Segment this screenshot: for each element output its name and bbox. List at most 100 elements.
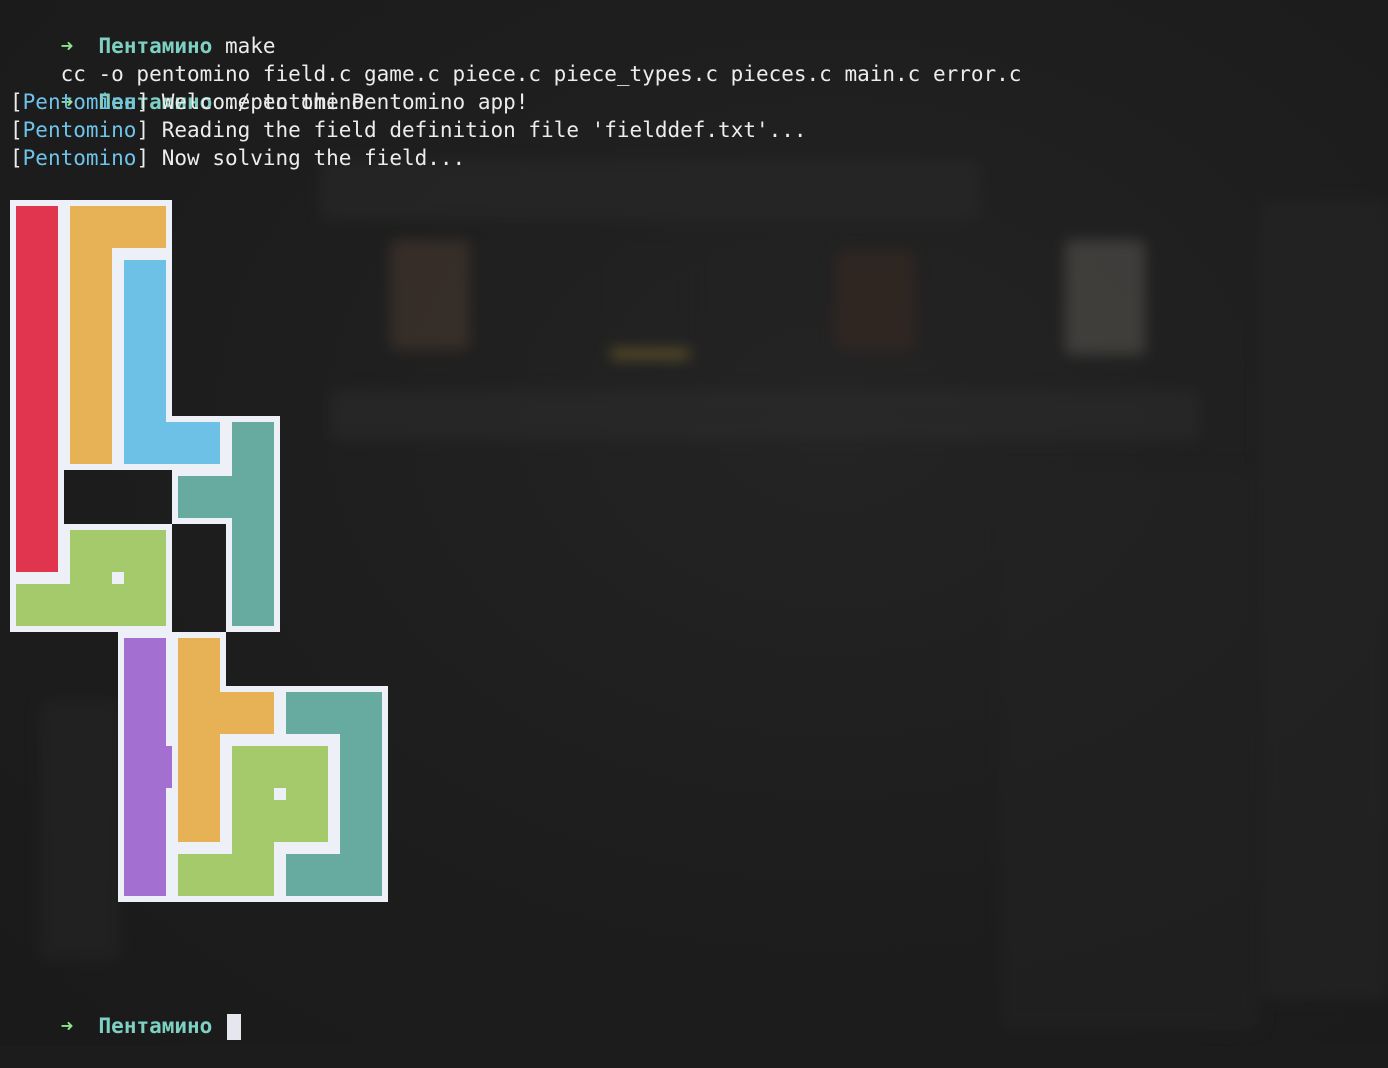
piece-bridge	[340, 734, 382, 746]
piece-cell	[16, 476, 58, 518]
piece-cell	[178, 800, 220, 842]
piece-bridge	[124, 410, 166, 422]
piece-cell	[232, 692, 274, 734]
piece-bridge	[58, 584, 70, 626]
bracket: [	[10, 146, 23, 170]
piece-bridge	[166, 422, 178, 464]
piece-cell	[124, 692, 166, 734]
piece-cell	[124, 422, 166, 464]
piece-cell	[286, 800, 328, 842]
piece-bridge	[112, 206, 124, 248]
piece-bridge	[340, 788, 382, 800]
piece-cell	[16, 368, 58, 410]
output-text: Welcome to the Pentomino app!	[149, 90, 529, 114]
prompt-arrow: ➜	[60, 1014, 74, 1038]
piece-bridge	[70, 248, 112, 260]
piece-cell	[124, 368, 166, 410]
background-window-blur	[1065, 240, 1145, 355]
piece-cell	[124, 260, 166, 302]
piece-bridge	[232, 788, 274, 800]
piece-bridge	[16, 302, 58, 314]
piece-cell	[340, 800, 382, 842]
piece-cell	[70, 584, 112, 626]
piece-cell	[16, 530, 58, 572]
pentomino-piece-I	[10, 200, 64, 578]
piece-cell	[232, 800, 274, 842]
app-tag: Pentomino	[22, 118, 137, 142]
piece-cell	[340, 692, 382, 734]
piece-bridge	[232, 518, 274, 530]
piece-bridge	[274, 800, 286, 842]
terminal-line: cc -o pentomino field.c game.c piece.c p…	[10, 32, 1022, 86]
bracket: ]	[136, 146, 150, 170]
background-window-blur	[390, 240, 470, 350]
piece-bridge	[112, 584, 124, 626]
terminal-line: ➜ Пентамино ./pentomino	[10, 60, 364, 114]
piece-bridge	[220, 692, 232, 734]
piece-bridge	[16, 518, 58, 530]
background-window-blur	[610, 250, 690, 358]
piece-bridge	[16, 248, 58, 260]
piece-cell	[16, 422, 58, 464]
background-window-blur	[1000, 470, 1260, 1030]
piece-bridge	[232, 842, 274, 854]
terminal-line: [Pentomino] Reading the field definition…	[10, 116, 807, 144]
piece-cell	[124, 206, 166, 248]
piece-bridge	[340, 842, 382, 854]
piece-bridge	[124, 842, 166, 854]
terminal-line-prompt[interactable]: ➜ Пентамино	[10, 984, 241, 1040]
bracket: ]	[136, 90, 150, 114]
piece-cell	[232, 476, 274, 518]
piece-cell	[124, 530, 166, 572]
piece-cell	[70, 260, 112, 302]
piece-cell	[178, 422, 220, 464]
piece-cell	[124, 746, 166, 788]
piece-cell	[124, 584, 166, 626]
piece-cell	[16, 584, 58, 626]
piece-cell	[232, 746, 274, 788]
terminal-line: [Pentomino] Now solving the field...	[10, 144, 465, 172]
piece-bridge	[16, 356, 58, 368]
piece-bridge	[124, 572, 166, 584]
piece-cell	[124, 638, 166, 680]
piece-bridge	[220, 854, 232, 896]
piece-cell	[232, 530, 274, 572]
piece-cell	[286, 746, 328, 788]
background-window-blur	[1260, 200, 1388, 1000]
piece-cell	[70, 530, 112, 572]
piece-cell	[70, 314, 112, 356]
piece-cell	[16, 206, 58, 248]
piece-bridge	[124, 302, 166, 314]
output-text: Reading the field definition file 'field…	[149, 118, 807, 142]
app-tag: Pentomino	[22, 146, 137, 170]
piece-bridge	[124, 734, 166, 746]
piece-cell	[70, 206, 112, 248]
piece-bridge	[16, 410, 58, 422]
piece-bridge	[70, 302, 112, 314]
piece-cell	[286, 854, 328, 896]
background-window-blur	[330, 390, 1200, 440]
piece-bridge	[328, 692, 340, 734]
piece-cell	[232, 584, 274, 626]
piece-cell	[178, 854, 220, 896]
piece-cell	[178, 638, 220, 680]
piece-bridge	[16, 464, 58, 476]
piece-cell	[340, 854, 382, 896]
piece-bridge	[232, 572, 274, 584]
terminal-window[interactable]: ➜ Пентамино make cc -o pentomino field.c…	[0, 0, 1388, 1046]
piece-bridge	[232, 464, 274, 476]
output-text: Now solving the field...	[149, 146, 466, 170]
bracket: ]	[136, 118, 150, 142]
piece-cell	[178, 746, 220, 788]
piece-cell	[178, 476, 220, 518]
piece-cell	[232, 854, 274, 896]
piece-cell	[124, 800, 166, 842]
terminal-line: [Pentomino] Welcome to the Pentomino app…	[10, 88, 528, 116]
piece-bridge	[286, 788, 328, 800]
piece-cell	[178, 692, 220, 734]
piece-bridge	[178, 788, 220, 800]
bracket: [	[10, 90, 23, 114]
piece-cell	[124, 314, 166, 356]
piece-cell	[70, 422, 112, 464]
background-window-blur	[835, 250, 915, 350]
